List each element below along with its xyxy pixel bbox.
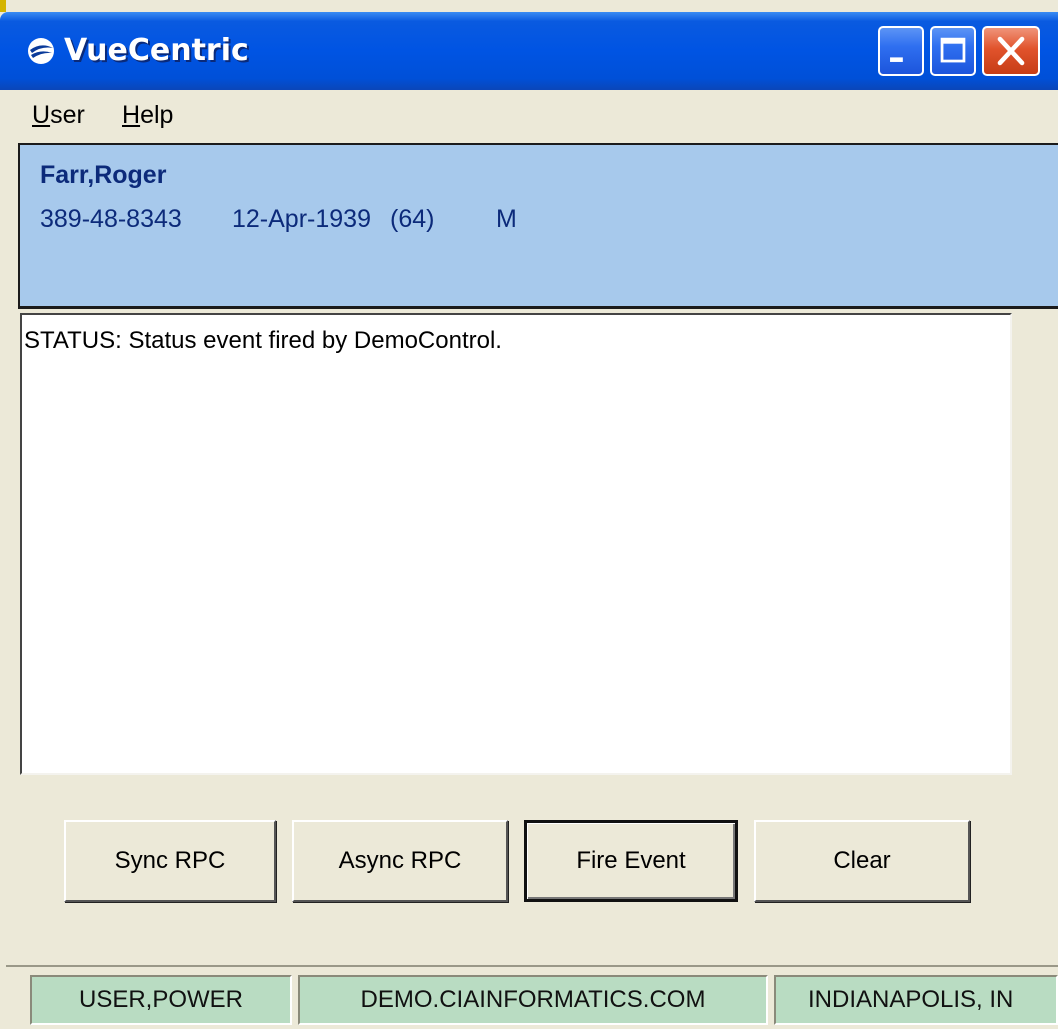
title-bar[interactable]: VueCentric	[0, 12, 1058, 90]
menu-help-label: elp	[140, 101, 174, 129]
patient-age: (64)	[390, 205, 435, 233]
status-user[interactable]: USER,POWER	[30, 975, 292, 1025]
async-rpc-button[interactable]: Async RPC	[292, 820, 508, 902]
close-icon	[997, 36, 1025, 66]
close-button[interactable]	[982, 26, 1040, 76]
minimize-button[interactable]	[878, 26, 924, 76]
log-line: STATUS: Status event fired by DemoContro…	[24, 327, 502, 354]
patient-name: Farr,Roger	[40, 161, 167, 189]
menu-help[interactable]: Help	[122, 100, 173, 130]
menu-bar: User Help	[6, 90, 1058, 140]
status-location[interactable]: INDIANAPOLIS, IN	[774, 975, 1058, 1025]
status-bar: USER,POWER DEMO.CIAINFORMATICS.COM INDIA…	[6, 965, 1058, 1029]
window-title: VueCentric	[64, 33, 249, 68]
patient-ssn: 389-48-8343	[40, 205, 182, 233]
status-server[interactable]: DEMO.CIAINFORMATICS.COM	[298, 975, 768, 1025]
clear-button[interactable]: Clear	[754, 820, 970, 902]
patient-dob: 12-Apr-1939	[232, 205, 371, 233]
app-logo-icon	[26, 36, 56, 66]
app-window: VueCentric User Help Farr,Roger 389-48-8…	[0, 0, 1058, 1029]
frame-corner	[0, 0, 6, 12]
patient-banner[interactable]: Farr,Roger 389-48-8343 12-Apr-1939 (64) …	[18, 143, 1058, 309]
menu-user[interactable]: User	[32, 100, 85, 130]
patient-sex: M	[496, 205, 517, 233]
event-log[interactable]: STATUS: Status event fired by DemoContro…	[20, 313, 1012, 775]
fire-event-button[interactable]: Fire Event	[524, 820, 738, 902]
menu-user-label: ser	[50, 101, 85, 129]
menu-user-accel: U	[32, 101, 51, 129]
maximize-button[interactable]	[930, 26, 976, 76]
minimize-icon	[890, 57, 903, 62]
menu-help-accel: H	[122, 101, 141, 129]
sync-rpc-button[interactable]: Sync RPC	[64, 820, 276, 902]
maximize-icon	[940, 37, 966, 63]
